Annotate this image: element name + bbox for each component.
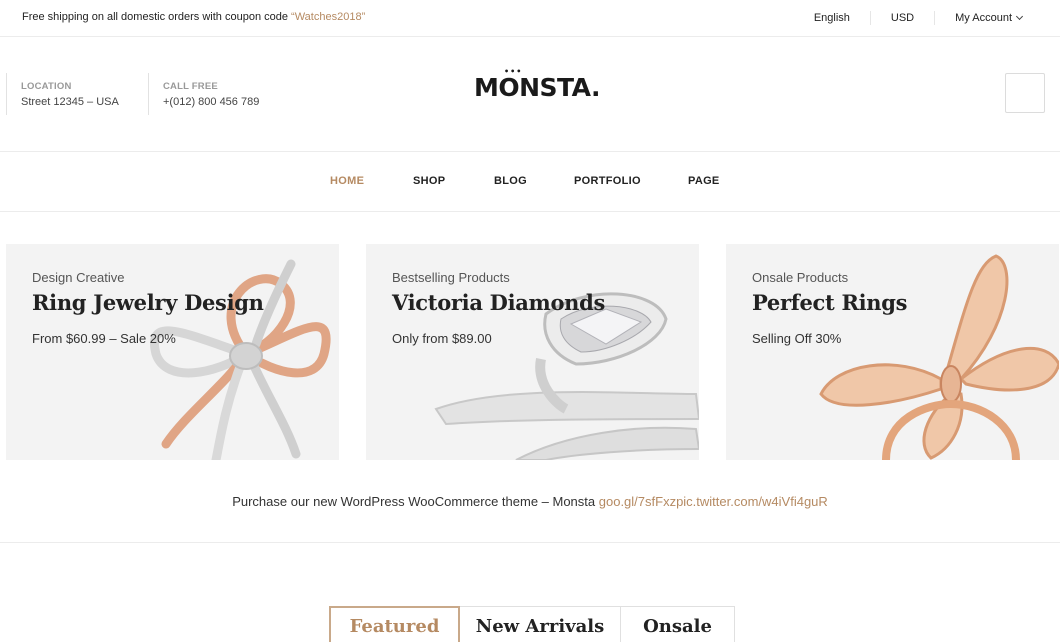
call-value: +(012) 800 456 789	[163, 96, 260, 108]
banner-2-title: Victoria Diamonds	[392, 290, 606, 315]
twitter-feed: Purchase our new WordPress WooCommerce t…	[0, 494, 1060, 509]
my-account-label: My Account	[955, 12, 1012, 24]
nav-item-blog[interactable]: BLOG	[494, 175, 527, 187]
banner-3-title: Perfect Rings	[752, 290, 908, 315]
tab-onsale[interactable]: Onsale	[621, 606, 735, 642]
currency-selector[interactable]: USD	[869, 11, 934, 25]
section-divider	[0, 542, 1060, 543]
tab-new-arrivals[interactable]: New Arrivals	[460, 606, 621, 642]
banner-1-title: Ring Jewelry Design	[32, 290, 264, 315]
banner-perfect-rings[interactable]: Onsale Products Perfect Rings Selling Of…	[726, 244, 1059, 460]
location-value: Street 12345 – USA	[21, 96, 119, 108]
banner-2-desc: Only from $89.00	[392, 331, 492, 346]
tab-featured[interactable]: Featured	[329, 606, 460, 642]
banner-ring-jewelry[interactable]: Design Creative Ring Jewelry Design From…	[6, 244, 339, 460]
top-bar: Free shipping on all domestic orders wit…	[0, 0, 1060, 37]
promo-text: Free shipping on all domestic orders wit…	[22, 11, 292, 23]
nav-item-home[interactable]: HOME	[330, 175, 364, 187]
nav-item-shop[interactable]: SHOP	[413, 175, 445, 187]
coupon-code: “Watches2018”	[291, 11, 366, 23]
shipping-promo: Free shipping on all domestic orders wit…	[22, 11, 365, 23]
site-header: LOCATION Street 12345 – USA CALL FREE +(…	[0, 37, 1060, 152]
top-bar-right: English USD My Account	[794, 0, 1060, 36]
product-tabs: Featured New Arrivals Onsale	[329, 606, 735, 642]
location-label: LOCATION	[21, 81, 72, 92]
diamond-ring-image	[434, 292, 699, 460]
banner-victoria-diamonds[interactable]: Bestselling Products Victoria Diamonds O…	[366, 244, 699, 460]
call-label: CALL FREE	[163, 81, 218, 92]
bow-ring-image	[150, 259, 331, 460]
site-logo[interactable]: ••• MONSTA.	[474, 67, 600, 102]
chevron-down-icon	[1015, 12, 1024, 21]
tweet-link[interactable]: goo.gl/7sfFxzpic.twitter.com/w4iVfi4guR	[599, 494, 828, 509]
main-nav: HOME SHOP BLOG PORTFOLIO PAGE	[0, 152, 1060, 212]
butterfly-ring-image	[819, 254, 1059, 460]
my-account-menu[interactable]: My Account	[934, 11, 1060, 25]
banner-3-desc: Selling Off 30%	[752, 331, 842, 346]
language-selector[interactable]: English	[794, 11, 870, 25]
nav-item-page[interactable]: PAGE	[688, 175, 720, 187]
location-info: LOCATION Street 12345 – USA	[6, 73, 119, 115]
crown-icon: •••	[504, 67, 523, 76]
cart-icon[interactable]	[1005, 73, 1045, 113]
tweet-text: Purchase our new WordPress WooCommerce t…	[232, 494, 599, 509]
nav-item-portfolio[interactable]: PORTFOLIO	[574, 175, 641, 187]
logo-text: MONSTA.	[474, 73, 600, 102]
banner-1-desc: From $60.99 – Sale 20%	[32, 331, 176, 346]
call-info: CALL FREE +(012) 800 456 789	[148, 73, 259, 115]
